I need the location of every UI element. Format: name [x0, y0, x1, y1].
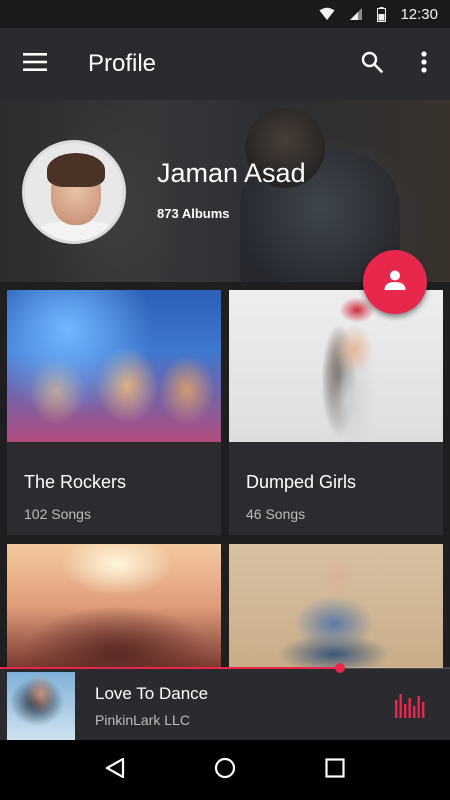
search-button[interactable] [346, 28, 398, 100]
now-playing-artwork [7, 672, 75, 740]
search-icon [361, 51, 383, 78]
album-song-count: 102 Songs [24, 506, 91, 522]
album-card[interactable] [7, 544, 221, 668]
recents-button[interactable] [310, 745, 360, 795]
home-icon [214, 757, 236, 784]
more-options-button[interactable] [398, 28, 450, 100]
signal-icon [349, 7, 363, 21]
equalizer-icon[interactable] [395, 690, 425, 718]
album-count: 873 Albums [157, 206, 230, 221]
profile-name: Jaman Asad [157, 158, 306, 188]
album-grid: The Rockers 102 Songs Dumped Girls 46 So… [0, 282, 450, 668]
album-card[interactable]: The Rockers 102 Songs [7, 290, 221, 535]
back-icon [104, 757, 126, 784]
album-title: Dumped Girls [246, 472, 357, 492]
back-button[interactable] [90, 745, 140, 795]
menu-icon [23, 52, 47, 76]
avatar[interactable] [22, 140, 126, 244]
now-playing-title: Love To Dance [95, 684, 209, 703]
album-song-count: 46 Songs [246, 506, 306, 522]
album-card[interactable]: Dumped Girls 46 Songs [229, 290, 443, 535]
menu-button[interactable] [0, 28, 70, 100]
follow-fab-button[interactable] [363, 250, 427, 314]
progress-handle[interactable] [334, 663, 345, 673]
album-cover-image [229, 544, 443, 668]
person-icon [384, 270, 406, 295]
now-playing-bar[interactable]: Love To Dance PinkinLark LLC [0, 668, 450, 740]
page-title: Profile [88, 50, 157, 77]
avatar-hair [47, 153, 105, 187]
status-bar: 12:30 [0, 0, 450, 28]
album-card[interactable] [229, 544, 443, 668]
progress-fill [0, 667, 340, 669]
more-vert-icon [421, 50, 427, 78]
home-button[interactable] [200, 745, 250, 795]
status-time: 12:30 [400, 5, 438, 23]
wifi-icon [319, 7, 335, 21]
recents-icon [325, 757, 345, 783]
album-cover-image [7, 544, 221, 668]
battery-icon [377, 6, 387, 22]
album-cover-image [229, 290, 443, 442]
now-playing-artist: PinkinLark LLC [95, 712, 190, 728]
album-title: The Rockers [24, 472, 127, 492]
playback-progress-bar[interactable] [0, 663, 450, 673]
album-cover-image [7, 290, 221, 442]
system-navigation-bar [0, 740, 450, 800]
app-bar: Profile [0, 28, 450, 100]
